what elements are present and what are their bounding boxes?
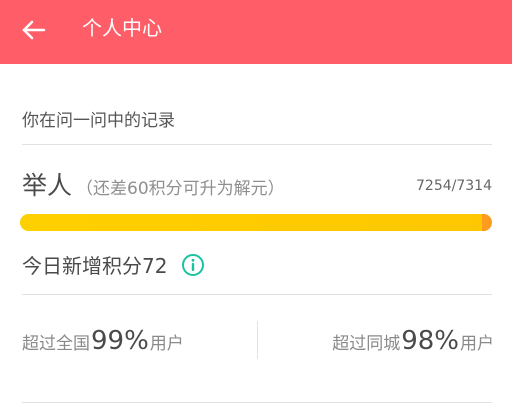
back-arrow-icon <box>21 17 47 47</box>
progress-fill <box>20 214 489 231</box>
divider-top <box>22 144 492 145</box>
city-value: 98% <box>401 326 459 356</box>
info-circle-icon[interactable] <box>181 253 205 277</box>
progress-bar <box>20 214 492 231</box>
progress-text: 7254/7314 <box>416 178 492 194</box>
stats-divider <box>257 321 258 359</box>
today-points-label: 今日新增积分72 <box>22 254 168 278</box>
city-suffix: 用户 <box>460 334 494 354</box>
level-note: （还差60积分可升为解元） <box>76 179 285 199</box>
top-bar: 个人中心 <box>0 0 512 64</box>
back-button[interactable] <box>14 12 54 52</box>
progress-end-cap <box>482 214 492 231</box>
divider-bottom <box>22 402 492 403</box>
national-prefix: 超过全国 <box>22 334 90 354</box>
content-area: 你在问一问中的记录 举人 （还差60积分可升为解元） 7254/7314 今日新… <box>0 64 512 405</box>
national-value: 99% <box>91 326 149 356</box>
level-row: 举人 （还差60积分可升为解元） <box>22 166 285 202</box>
national-stat: 超过全国 99% 用户 <box>22 326 184 356</box>
level-name: 举人 <box>22 171 73 200</box>
city-stat: 超过同城 98% 用户 <box>332 326 494 356</box>
national-suffix: 用户 <box>149 334 184 354</box>
divider-middle <box>22 294 492 295</box>
city-prefix: 超过同城 <box>332 334 401 354</box>
page-title: 个人中心 <box>82 16 162 40</box>
today-points-row: 今日新增积分72 <box>22 250 205 279</box>
record-header: 你在问一问中的记录 <box>22 111 175 131</box>
